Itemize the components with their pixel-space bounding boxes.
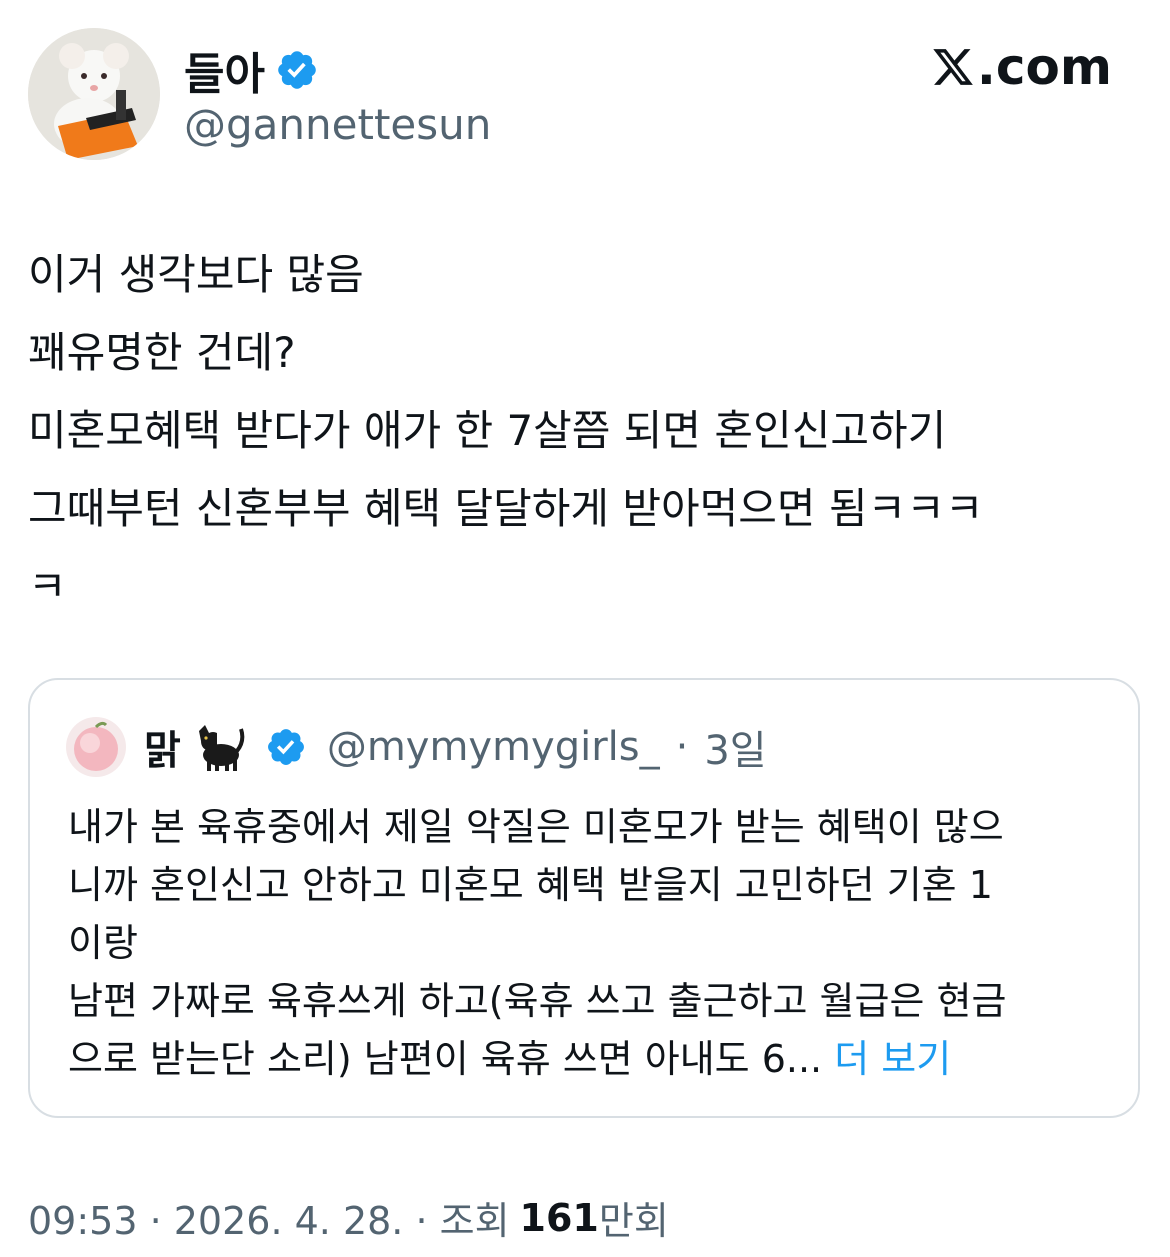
quoted-tweet-card[interactable]: 맑 @mymymygirls_ · 3일 내가 본 육휴중에서 제일 악질은 미… — [28, 678, 1140, 1118]
peach-avatar-icon — [66, 717, 126, 777]
tweet-header: 들아 @gannettesun .com — [28, 28, 1142, 162]
quoted-separator: · — [675, 724, 689, 770]
quoted-tweet-text: 내가 본 육휴중에서 제일 악질은 미혼모가 받는 혜택이 많으 니까 혼인신고… — [68, 798, 1108, 1088]
quoted-timestamp[interactable]: 3일 — [704, 718, 766, 776]
author-avatar[interactable] — [28, 28, 160, 160]
mouse-avatar-icon — [28, 28, 160, 160]
quoted-author-name[interactable]: 맑 — [144, 718, 181, 776]
views-unit: 만회 — [598, 1199, 669, 1243]
quoted-author-handle[interactable]: @mymymygirls_ — [327, 724, 660, 770]
black-cat-icon — [198, 725, 245, 771]
author-handle[interactable]: @gannettesun — [184, 100, 491, 149]
quoted-tweet-header: 맑 @mymymygirls_ · 3일 — [66, 716, 767, 778]
show-more-link[interactable]: 더 보기 — [834, 1037, 951, 1081]
author-name-row: 들아 — [184, 42, 319, 100]
author-name[interactable]: 들아 — [184, 38, 265, 102]
tweet-footer: 09:53 · 2026. 4. 28. · 조회 161 만회 — [28, 1190, 669, 1245]
quoted-verified-badge-icon — [267, 729, 304, 765]
verified-badge-icon — [278, 51, 316, 89]
quoted-author-avatar[interactable] — [66, 717, 126, 777]
x-logo-text: .com — [976, 38, 1112, 96]
x-logo: .com — [931, 38, 1112, 96]
x-logo-icon — [933, 49, 973, 85]
tweet-timestamp[interactable]: 09:53 · 2026. 4. 28. · 조회 — [28, 1190, 510, 1245]
views-count: 161 — [519, 1195, 599, 1240]
tweet-text: 이거 생각보다 많음 꽤유명한 건데? 미혼모혜택 받다가 애가 한 7살쯤 되… — [28, 250, 984, 611]
